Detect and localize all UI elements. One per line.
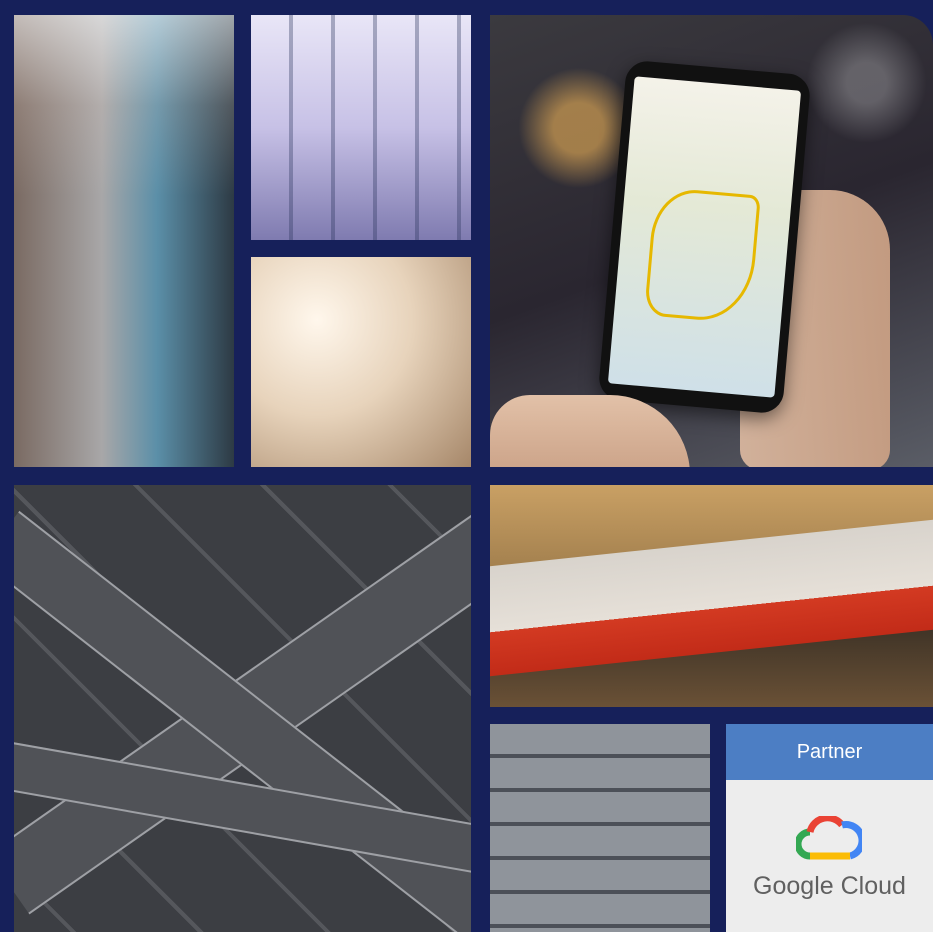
- automated-parking-garage-photo: [490, 724, 710, 932]
- highway-interchange-aerial-photo: [14, 485, 471, 932]
- map-route: [644, 186, 762, 325]
- map-screen: [607, 76, 802, 398]
- tram: [490, 519, 933, 677]
- wheelchair-photo: [251, 257, 471, 467]
- tram-motion-photo: [490, 485, 933, 707]
- google-cloud-partner-badge: Partner Google Cloud: [726, 724, 933, 932]
- pointing-hand: [490, 395, 690, 467]
- woman-bike-share-photo: [14, 15, 234, 467]
- google-cloud-logo-icon: [796, 816, 862, 860]
- partner-brand-name: Google Cloud: [753, 872, 906, 900]
- partner-heading: Partner: [726, 724, 933, 780]
- smartphone: [597, 59, 812, 415]
- phone-map-navigation-photo: [490, 15, 933, 467]
- people-walking-silhouettes-photo: [251, 15, 471, 240]
